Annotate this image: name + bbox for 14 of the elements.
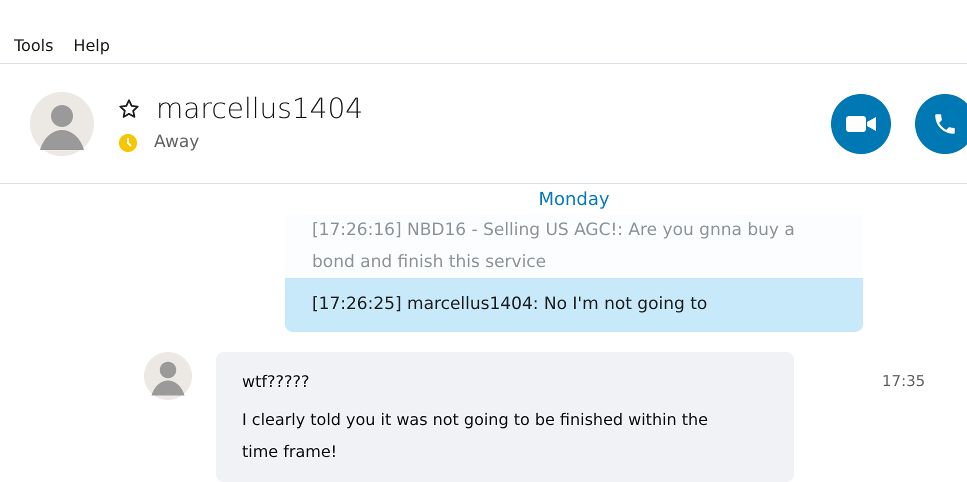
status-text: Away	[154, 130, 200, 154]
message-time: 17:35	[882, 371, 926, 392]
day-divider: Monday	[538, 189, 610, 210]
message-text: wtf?????	[242, 371, 310, 393]
audio-call-button[interactable]	[915, 94, 967, 154]
video-camera-icon	[846, 114, 876, 132]
quoted-message: [17:26:25] marcellus1404: No I'm not going to	[285, 278, 863, 332]
menu-item[interactable]: Tools	[14, 36, 54, 63]
avatar-icon	[30, 92, 94, 156]
message-text: I clearly told you it was not going to be finished within the time frame!	[242, 409, 710, 463]
menu-item[interactable]: Help	[73, 36, 110, 63]
favorite-star-icon[interactable]	[118, 98, 140, 120]
contact-name: marcellus1404	[156, 92, 364, 126]
avatar-icon	[144, 352, 192, 400]
